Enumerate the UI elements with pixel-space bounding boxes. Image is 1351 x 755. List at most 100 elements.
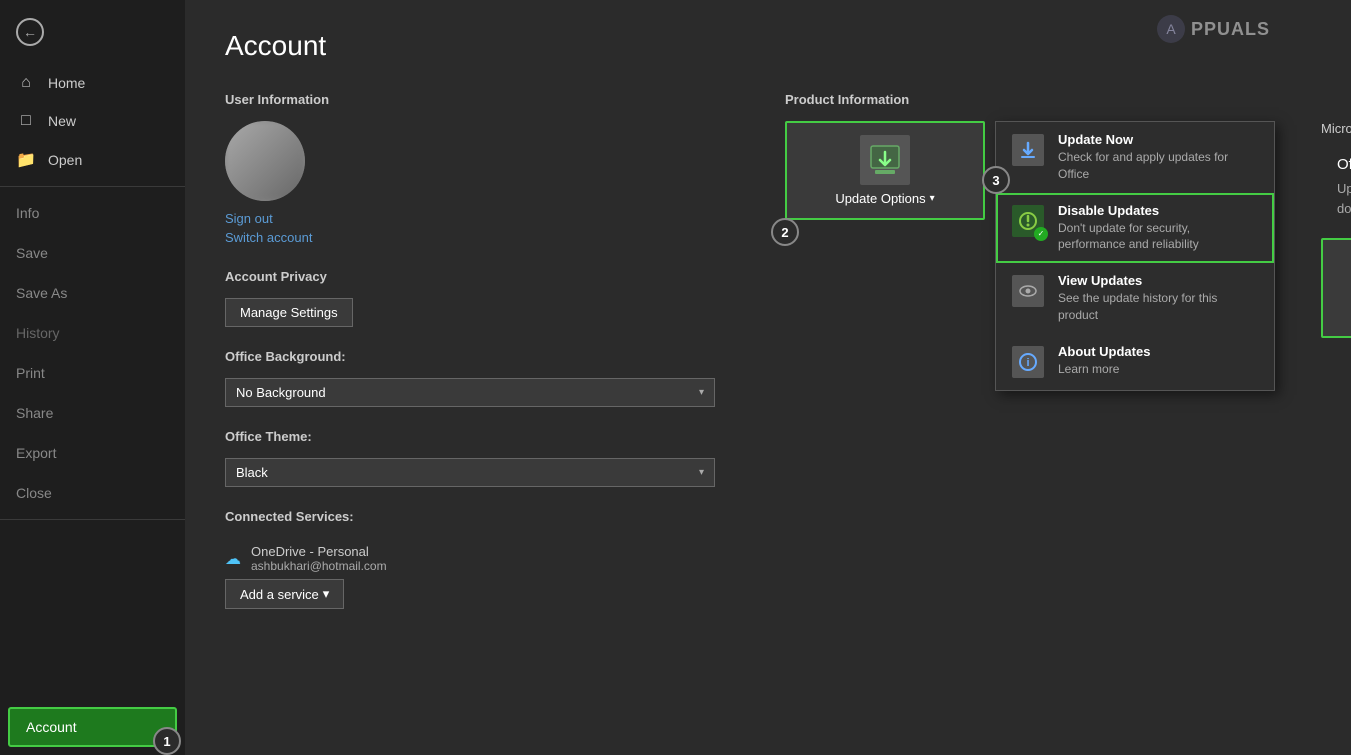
step-marker-3: 3 — [982, 166, 1010, 194]
nav-divider-1 — [0, 186, 185, 187]
back-arrow-icon: ← — [16, 18, 44, 46]
about-updates-title[interactable]: About Updates — [1058, 344, 1260, 359]
watermark: A PPUALS — [1147, 4, 1347, 54]
update-now-desc: Check for and apply updates for Office — [1058, 149, 1260, 183]
watermark-text: PPUALS — [1191, 19, 1270, 40]
step-marker-2: 2 — [771, 218, 799, 246]
manage-settings-button[interactable]: Manage Settings — [225, 298, 353, 327]
main-content: Account User Information Sign out Switch… — [185, 0, 1351, 755]
sidebar-navigation: ⌂ Home □ New 📁 Open Info Save Save As Hi… — [0, 64, 185, 699]
sidebar-item-save-as[interactable]: Save As — [0, 273, 185, 313]
office-theme-section: Office Theme: Black ▾ — [225, 429, 745, 487]
view-updates-title[interactable]: View Updates — [1058, 273, 1260, 288]
office-background-arrow-icon: ▾ — [699, 387, 704, 398]
about-updates-icon-container: i — [1010, 344, 1046, 380]
office-version-label: Microsoft Office 2019 — [1321, 121, 1351, 136]
view-updates-icon-container — [1010, 273, 1046, 309]
account-privacy-section: Account Privacy Manage Settings — [225, 269, 745, 327]
sidebar-item-open[interactable]: 📁 Open — [0, 140, 185, 180]
onedrive-service-item: ☁ OneDrive - Personal ashbukhari@hotmail… — [225, 538, 745, 579]
office-theme-title: Office Theme: — [225, 429, 745, 444]
sidebar-item-print-label: Print — [16, 365, 45, 381]
user-info-section: User Information Sign out Switch account — [225, 92, 745, 245]
sidebar-item-history-label: History — [16, 325, 60, 341]
office-background-title: Office Background: — [225, 349, 745, 364]
add-service-label: Add a service — [240, 587, 319, 602]
office-updates-title: Office Updates — [1337, 156, 1351, 173]
account-button[interactable]: Account — [8, 707, 177, 747]
disable-updates-title[interactable]: Disable Updates — [1058, 203, 1260, 218]
sidebar-item-save-as-label: Save As — [16, 285, 67, 301]
user-links: Sign out Switch account — [225, 211, 745, 245]
view-updates-icon — [1012, 275, 1044, 307]
left-panel: User Information Sign out Switch account… — [225, 92, 745, 725]
step-marker-1: 1 — [153, 727, 181, 755]
add-service-arrow-icon: ▾ — [323, 586, 330, 602]
about-word-card[interactable]: ? About Word — [1321, 238, 1351, 338]
sidebar-item-close-label: Close — [16, 485, 52, 501]
sidebar-item-home[interactable]: ⌂ Home — [0, 64, 185, 102]
account-button-label: Account — [26, 719, 77, 735]
sign-out-link[interactable]: Sign out — [225, 211, 745, 226]
new-icon: □ — [16, 112, 36, 130]
update-options-dropdown: 3 — [995, 121, 1275, 391]
update-now-title[interactable]: Update Now — [1058, 132, 1260, 147]
about-word-section: ? About Word About Word Learn more about… — [1321, 238, 1351, 474]
office-background-dropdown[interactable]: No Background ▾ — [225, 378, 715, 407]
about-updates-icon: i — [1012, 346, 1044, 378]
sidebar-item-export[interactable]: Export — [0, 433, 185, 473]
sidebar-item-save[interactable]: Save — [0, 233, 185, 273]
svg-text:i: i — [1026, 357, 1029, 369]
view-updates-desc: See the update history for this product — [1058, 290, 1260, 324]
sidebar: ← ⌂ Home □ New 📁 Open Info Save Save As … — [0, 0, 185, 755]
dropdown-item-view-updates[interactable]: View Updates See the update history for … — [996, 263, 1274, 334]
product-info-title: Product Information — [785, 92, 1351, 107]
office-background-section: Office Background: No Background ▾ — [225, 349, 745, 407]
watermark-logo-icon: A — [1155, 13, 1187, 45]
sidebar-item-info-label: Info — [16, 205, 39, 221]
user-info-title: User Information — [225, 92, 745, 107]
sidebar-item-print[interactable]: Print — [0, 353, 185, 393]
sidebar-item-info[interactable]: Info — [0, 193, 185, 233]
right-panel: Product Information 2 — [785, 92, 1351, 725]
update-options-arrow-icon: ▾ — [930, 193, 935, 204]
sidebar-item-history[interactable]: History — [0, 313, 185, 353]
disable-updates-desc: Don't update for security, performance a… — [1058, 220, 1260, 254]
sidebar-item-share[interactable]: Share — [0, 393, 185, 433]
svg-text:A: A — [1166, 21, 1176, 37]
onedrive-icon: ☁ — [225, 549, 241, 569]
office-theme-arrow-icon: ▾ — [699, 467, 704, 478]
office-theme-dropdown[interactable]: Black ▾ — [225, 458, 715, 487]
sidebar-item-share-label: Share — [16, 405, 53, 421]
add-service-button[interactable]: Add a service ▾ — [225, 579, 344, 609]
disable-updates-text: Disable Updates Don't update for securit… — [1058, 203, 1260, 254]
sidebar-item-new[interactable]: □ New — [0, 102, 185, 140]
home-icon: ⌂ — [16, 74, 36, 92]
dropdown-item-update-now[interactable]: Update Now Check for and apply updates f… — [996, 122, 1274, 193]
office-updates-info: Office Updates Updates are automatically… — [1321, 148, 1351, 226]
office-background-value: No Background — [236, 385, 326, 400]
dropdown-item-about-updates[interactable]: i About Updates Learn more — [996, 334, 1274, 390]
account-privacy-title: Account Privacy — [225, 269, 745, 284]
avatar-image — [225, 121, 305, 201]
switch-account-link[interactable]: Switch account — [225, 230, 745, 245]
update-now-icon — [1012, 134, 1044, 166]
update-now-text: Update Now Check for and apply updates f… — [1058, 132, 1260, 183]
avatar — [225, 121, 305, 201]
sidebar-item-close[interactable]: Close — [0, 473, 185, 513]
dropdown-item-disable-updates[interactable]: ✓ Disable Updates Don't update for secur… — [996, 193, 1274, 264]
sidebar-item-export-label: Export — [16, 445, 56, 461]
disable-updates-icon-container: ✓ — [1010, 203, 1046, 239]
about-updates-desc: Learn more — [1058, 361, 1260, 378]
about-updates-text: About Updates Learn more — [1058, 344, 1260, 378]
content-row: User Information Sign out Switch account… — [225, 92, 1311, 725]
back-button[interactable]: ← — [8, 10, 52, 54]
view-updates-text: View Updates See the update history for … — [1058, 273, 1260, 324]
nav-divider-2 — [0, 519, 185, 520]
service-info: OneDrive - Personal ashbukhari@hotmail.c… — [251, 544, 387, 573]
update-options-card[interactable]: Update Options ▾ — [785, 121, 985, 220]
update-options-svg-icon — [867, 142, 903, 178]
checkmark-badge: ✓ — [1034, 227, 1048, 241]
sidebar-item-save-label: Save — [16, 245, 48, 261]
open-icon: 📁 — [16, 150, 36, 170]
